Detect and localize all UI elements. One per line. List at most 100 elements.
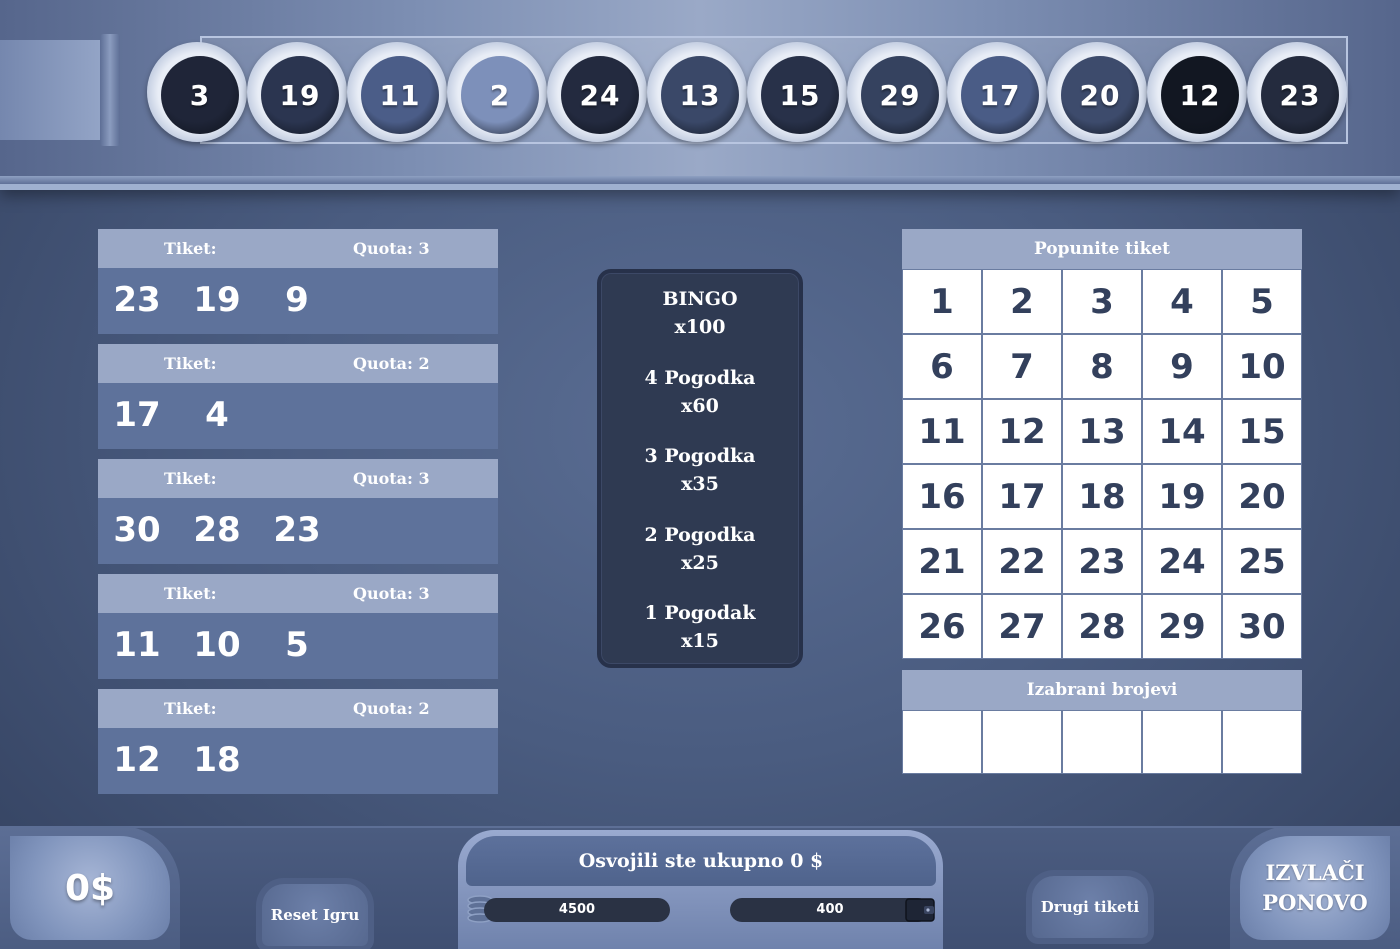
drawn-ball: 15 <box>747 42 847 142</box>
ticket[interactable]: Tiket: Quota: 3 11 10 5 <box>98 574 498 679</box>
chosen-slots <box>902 710 1302 774</box>
drawn-ball-number: 29 <box>861 56 939 134</box>
ticket-number: 11 <box>113 625 161 665</box>
ticket[interactable]: Tiket: Quota: 2 17 4 <box>98 344 498 449</box>
drawn-ball: 24 <box>547 42 647 142</box>
ticket[interactable]: Tiket: Quota: 2 12 18 <box>98 689 498 794</box>
picker-number-cell[interactable]: 7 <box>982 334 1062 399</box>
drawn-ball-number: 3 <box>161 56 239 134</box>
draw-again-button[interactable]: IZVLAČI PONOVO <box>1240 836 1390 940</box>
picker-number-cell[interactable]: 16 <box>902 464 982 529</box>
picker-number-cell[interactable]: 27 <box>982 594 1062 659</box>
ticket-label: Tiket: <box>164 699 217 718</box>
chosen-number-slot <box>1222 710 1302 774</box>
drawn-ball: 20 <box>1047 42 1147 142</box>
payout-multiplier: x35 <box>681 473 719 495</box>
picker-number-cell[interactable]: 17 <box>982 464 1062 529</box>
ticket-quota: Quota: 3 <box>353 469 430 488</box>
drawn-ball-number: 20 <box>1061 56 1139 134</box>
ticket-quota: Quota: 2 <box>353 354 430 373</box>
other-tickets-button[interactable]: Drugi tiketi <box>1032 876 1148 938</box>
draw-again-line1: IZVLAČI <box>1265 860 1365 885</box>
ticket[interactable]: Tiket: Quota: 3 30 28 23 <box>98 459 498 564</box>
picker-number-cell[interactable]: 22 <box>982 529 1062 594</box>
drawn-ball: 12 <box>1147 42 1247 142</box>
drawn-ball: 2 <box>447 42 547 142</box>
ticket-number: 28 <box>193 510 241 550</box>
picker-number-cell[interactable]: 19 <box>1142 464 1222 529</box>
chosen-number-slot <box>1142 710 1222 774</box>
ticket-header: Tiket: Quota: 3 <box>98 459 498 498</box>
picker-number-cell[interactable]: 10 <box>1222 334 1302 399</box>
ticket-number: 5 <box>285 625 309 665</box>
chosen-numbers: Izabrani brojevi <box>902 670 1302 774</box>
ticket-header: Tiket: Quota: 3 <box>98 574 498 613</box>
drawn-ball: 29 <box>847 42 947 142</box>
picker-number-cell[interactable]: 29 <box>1142 594 1222 659</box>
ticket-label: Tiket: <box>164 469 217 488</box>
drawn-ball-number: 11 <box>361 56 439 134</box>
ticket-label: Tiket: <box>164 354 217 373</box>
picker-number-cell[interactable]: 11 <box>902 399 982 464</box>
picker-number-cell[interactable]: 13 <box>1062 399 1142 464</box>
picker-number-cell[interactable]: 18 <box>1062 464 1142 529</box>
picker-number-cell[interactable]: 4 <box>1142 269 1222 334</box>
drawn-ball-number: 23 <box>1261 56 1339 134</box>
picker-number-cell[interactable]: 8 <box>1062 334 1142 399</box>
drawn-ball-number: 15 <box>761 56 839 134</box>
drawn-ball: 19 <box>247 42 347 142</box>
payout-name: 4 Pogodka <box>644 366 756 389</box>
payout-multiplier: x60 <box>681 394 719 417</box>
chosen-number-slot <box>982 710 1062 774</box>
picker-number-cell[interactable]: 30 <box>1222 594 1302 659</box>
ticket-number: 23 <box>273 510 321 550</box>
drawn-ball-number: 2 <box>461 56 539 134</box>
chosen-number-slot <box>1062 710 1142 774</box>
ticket-number: 4 <box>205 395 229 435</box>
picker-number-cell[interactable]: 5 <box>1222 269 1302 334</box>
ticket-quota: Quota: 3 <box>353 239 430 258</box>
picker-number-cell[interactable]: 20 <box>1222 464 1302 529</box>
number-grid: 1 2 3 4 5 6 7 8 9 10 11 12 13 14 15 16 17 18 19 20 21 22 23 24 2… <box>902 269 1302 659</box>
picker-number-cell[interactable]: 1 <box>902 269 982 334</box>
balance-display: 0$ <box>10 836 170 940</box>
ticket[interactable]: Tiket: Quota: 3 23 19 9 <box>98 229 498 334</box>
ticket-numbers: 12 18 <box>98 728 498 794</box>
payout-row: 3 Pogodka x35 <box>601 442 799 498</box>
drawn-ball-number: 24 <box>561 56 639 134</box>
picker-number-cell[interactable]: 25 <box>1222 529 1302 594</box>
picker-number-cell[interactable]: 9 <box>1142 334 1222 399</box>
picker-number-cell[interactable]: 3 <box>1062 269 1142 334</box>
payout-multiplier: x100 <box>674 316 726 338</box>
picker-number-cell[interactable]: 21 <box>902 529 982 594</box>
picker-number-cell[interactable]: 26 <box>902 594 982 659</box>
picker-number-cell[interactable]: 2 <box>982 269 1062 334</box>
wallet-icon <box>905 898 935 922</box>
picker-number-cell[interactable]: 14 <box>1142 399 1222 464</box>
ticket-numbers: 23 19 9 <box>98 268 498 334</box>
drawn-ball: 23 <box>1247 42 1347 142</box>
picker-number-cell[interactable]: 24 <box>1142 529 1222 594</box>
chute-post <box>100 34 120 146</box>
ticket-header: Tiket: Quota: 2 <box>98 689 498 728</box>
payout-row: 2 Pogodka x25 <box>601 521 799 577</box>
reset-game-button[interactable]: Reset Igru <box>262 884 368 946</box>
payout-multiplier: x25 <box>681 551 719 574</box>
picker-number-cell[interactable]: 23 <box>1062 529 1142 594</box>
picker-number-cell[interactable]: 15 <box>1222 399 1302 464</box>
payout-row: 1 Pogodak x15 <box>601 599 799 655</box>
picker-number-cell[interactable]: 28 <box>1062 594 1142 659</box>
ticket-number: 18 <box>193 740 241 780</box>
picker-number-cell[interactable]: 12 <box>982 399 1062 464</box>
picker-title: Popunite tiket <box>902 229 1302 269</box>
payout-name: 1 Pogodak <box>644 602 756 624</box>
ticket-header: Tiket: Quota: 3 <box>98 229 498 268</box>
ticket-number: 30 <box>113 510 161 550</box>
ball-chute <box>0 40 100 140</box>
ticket-numbers: 11 10 5 <box>98 613 498 679</box>
drawn-ball: 17 <box>947 42 1047 142</box>
ticket-picker: Popunite tiket 1 2 3 4 5 6 7 8 9 10 11 12 13 14 15 16 17… <box>902 229 1302 659</box>
picker-number-cell[interactable]: 6 <box>902 334 982 399</box>
ticket-quota: Quota: 2 <box>353 699 430 718</box>
drawn-ball-number: 19 <box>261 56 339 134</box>
